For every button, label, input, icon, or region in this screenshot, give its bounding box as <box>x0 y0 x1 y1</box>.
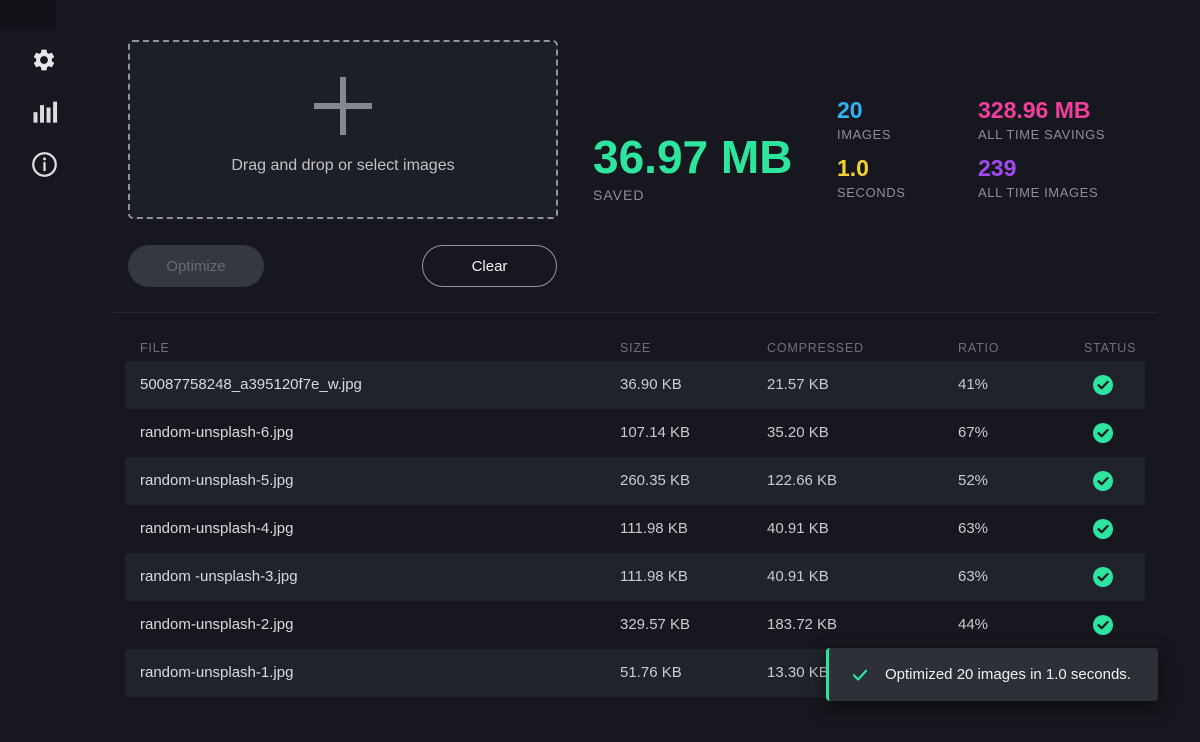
optimize-button[interactable]: Optimize <box>128 245 264 287</box>
gear-icon <box>31 47 57 73</box>
compressed-cell: 35.20 KB <box>767 409 829 457</box>
file-name-cell: random-unsplash-4.jpg <box>140 505 293 553</box>
size-cell: 111.98 KB <box>620 553 688 601</box>
stat-all-time-images-label: ALL TIME IMAGES <box>978 185 1098 200</box>
file-name-cell: random -unsplash-3.jpg <box>140 553 298 601</box>
ratio-cell: 41% <box>958 361 988 409</box>
table-row[interactable]: 50087758248_a395120f7e_w.jpg 36.90 KB 21… <box>125 361 1145 409</box>
file-name-cell: random-unsplash-5.jpg <box>140 457 293 505</box>
size-cell: 260.35 KB <box>620 457 690 505</box>
status-done-icon <box>1093 471 1113 491</box>
column-header-size: SIZE <box>620 341 651 355</box>
size-cell: 51.76 KB <box>620 649 682 697</box>
toast-check-icon <box>851 666 869 684</box>
compressed-cell: 40.91 KB <box>767 505 829 553</box>
table-row[interactable]: random-unsplash-6.jpg 107.14 KB 35.20 KB… <box>125 409 1145 457</box>
plus-icon <box>314 77 372 135</box>
stat-all-time-images-value: 239 <box>978 156 1098 181</box>
ratio-cell: 63% <box>958 505 988 553</box>
info-button[interactable] <box>29 149 59 179</box>
status-done-icon <box>1093 519 1113 539</box>
size-cell: 111.98 KB <box>620 505 688 553</box>
size-cell: 107.14 KB <box>620 409 690 457</box>
section-divider <box>113 312 1157 313</box>
column-header-status: STATUS <box>1084 341 1136 355</box>
compressed-cell: 13.30 KB <box>767 649 829 697</box>
stat-seconds-value: 1.0 <box>837 156 906 181</box>
clear-button[interactable]: Clear <box>422 245 557 287</box>
image-optimizer-window: Drag and drop or select images Optimize … <box>0 0 1200 742</box>
size-cell: 36.90 KB <box>620 361 682 409</box>
ratio-cell: 52% <box>958 457 988 505</box>
sidebar <box>0 0 90 742</box>
size-cell: 329.57 KB <box>620 601 690 649</box>
stat-images-value: 20 <box>837 98 891 123</box>
status-done-icon <box>1093 615 1113 635</box>
file-name-cell: random-unsplash-2.jpg <box>140 601 293 649</box>
stat-images-label: IMAGES <box>837 127 891 142</box>
column-header-ratio: RATIO <box>958 341 999 355</box>
status-done-icon <box>1093 375 1113 395</box>
stat-all-time-images: 239 ALL TIME IMAGES <box>978 156 1098 200</box>
file-name-cell: random-unsplash-6.jpg <box>140 409 293 457</box>
ratio-cell: 67% <box>958 409 988 457</box>
table-row[interactable]: random -unsplash-3.jpg 111.98 KB 40.91 K… <box>125 553 1145 601</box>
compressed-cell: 183.72 KB <box>767 601 837 649</box>
stat-seconds-label: SECONDS <box>837 185 906 200</box>
stat-seconds: 1.0 SECONDS <box>837 156 906 200</box>
file-table-body: 50087758248_a395120f7e_w.jpg 36.90 KB 21… <box>125 361 1145 697</box>
file-name-cell: 50087758248_a395120f7e_w.jpg <box>140 361 362 409</box>
status-done-icon <box>1093 567 1113 587</box>
stats-button[interactable] <box>29 96 59 126</box>
column-header-compressed: COMPRESSED <box>767 341 864 355</box>
info-icon <box>31 151 58 178</box>
column-header-file: FILE <box>140 341 170 355</box>
saved-value: 36.97 MB <box>593 134 792 180</box>
compressed-cell: 40.91 KB <box>767 553 829 601</box>
stat-all-time-savings-value: 328.96 MB <box>978 98 1105 123</box>
saved-summary: 36.97 MB SAVED <box>593 134 792 203</box>
stat-images: 20 IMAGES <box>837 98 891 142</box>
table-row[interactable]: random-unsplash-5.jpg 260.35 KB 122.66 K… <box>125 457 1145 505</box>
table-row[interactable]: random-unsplash-2.jpg 329.57 KB 183.72 K… <box>125 601 1145 649</box>
stat-all-time-savings: 328.96 MB ALL TIME SAVINGS <box>978 98 1105 142</box>
bar-chart-icon <box>30 97 58 125</box>
toast-message: Optimized 20 images in 1.0 seconds. <box>885 666 1131 683</box>
saved-label: SAVED <box>593 187 792 203</box>
ratio-cell: 44% <box>958 601 988 649</box>
compressed-cell: 21.57 KB <box>767 361 829 409</box>
ratio-cell: 63% <box>958 553 988 601</box>
stat-all-time-savings-label: ALL TIME SAVINGS <box>978 127 1105 142</box>
settings-button[interactable] <box>29 45 59 75</box>
dropzone-label: Drag and drop or select images <box>231 157 454 175</box>
table-row[interactable]: random-unsplash-4.jpg 111.98 KB 40.91 KB… <box>125 505 1145 553</box>
file-name-cell: random-unsplash-1.jpg <box>140 649 293 697</box>
compressed-cell: 122.66 KB <box>767 457 837 505</box>
toast-notification[interactable]: Optimized 20 images in 1.0 seconds. <box>826 648 1158 701</box>
dropzone[interactable]: Drag and drop or select images <box>128 40 558 219</box>
status-done-icon <box>1093 423 1113 443</box>
